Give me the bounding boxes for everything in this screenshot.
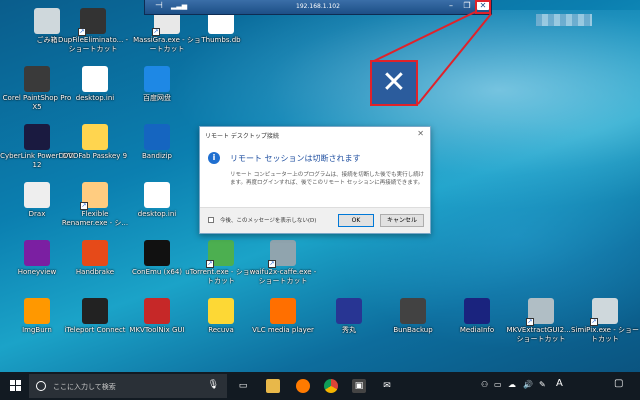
remote-desktop-icon[interactable]: ▣: [352, 379, 366, 393]
ok-button[interactable]: OK: [338, 214, 374, 227]
people-icon[interactable]: ⚇: [481, 380, 488, 389]
onedrive-icon[interactable]: ☁: [508, 380, 516, 389]
network-icon[interactable]: ▭: [494, 380, 502, 389]
close-icon-zoomed: ✕: [370, 60, 418, 106]
dont-show-checkbox[interactable]: [208, 217, 214, 223]
windows-start-icon[interactable]: [10, 380, 22, 392]
rdp-disconnect-dialog: リモート デスクトップ接続 ✕ i リモート セッションは切断されます リモート…: [199, 126, 431, 234]
dialog-close-icon[interactable]: ✕: [417, 129, 424, 138]
search-box[interactable]: ここに入力して検索 🎙: [29, 374, 227, 398]
taskbar: ここに入力して検索 🎙 ▭ ▣ ✉ ⚇ ▭ ☁ 🔊 ✎ A ▢: [0, 372, 640, 400]
volume-icon[interactable]: 🔊: [523, 380, 533, 389]
cancel-button[interactable]: キャンセル: [380, 214, 424, 227]
file-explorer-icon[interactable]: [266, 379, 280, 393]
blurred-area: [536, 14, 592, 26]
dialog-title: リモート デスクトップ接続: [205, 133, 279, 140]
dont-show-label[interactable]: 今後、このメッセージを表示しない(D): [220, 216, 316, 224]
ime-indicator[interactable]: A: [556, 378, 563, 389]
action-center-icon[interactable]: ▢: [614, 378, 623, 389]
search-placeholder: ここに入力して検索: [53, 383, 116, 391]
chrome-icon[interactable]: [324, 379, 338, 393]
cortana-icon: [36, 381, 46, 391]
task-view-icon[interactable]: ▭: [236, 379, 250, 393]
info-icon: i: [208, 152, 220, 164]
pen-icon[interactable]: ✎: [539, 380, 546, 389]
dialog-footer: 今後、このメッセージを表示しない(D) OK キャンセル: [200, 207, 430, 233]
dialog-heading: リモート セッションは切断されます: [230, 154, 361, 163]
mail-icon[interactable]: ✉: [380, 379, 394, 393]
dialog-body: リモート コンピューター上のプログラムは、接続を切断した後でも実行し続けます。再…: [230, 172, 425, 186]
firefox-icon[interactable]: [296, 379, 310, 393]
microphone-icon[interactable]: 🎙: [208, 380, 219, 390]
